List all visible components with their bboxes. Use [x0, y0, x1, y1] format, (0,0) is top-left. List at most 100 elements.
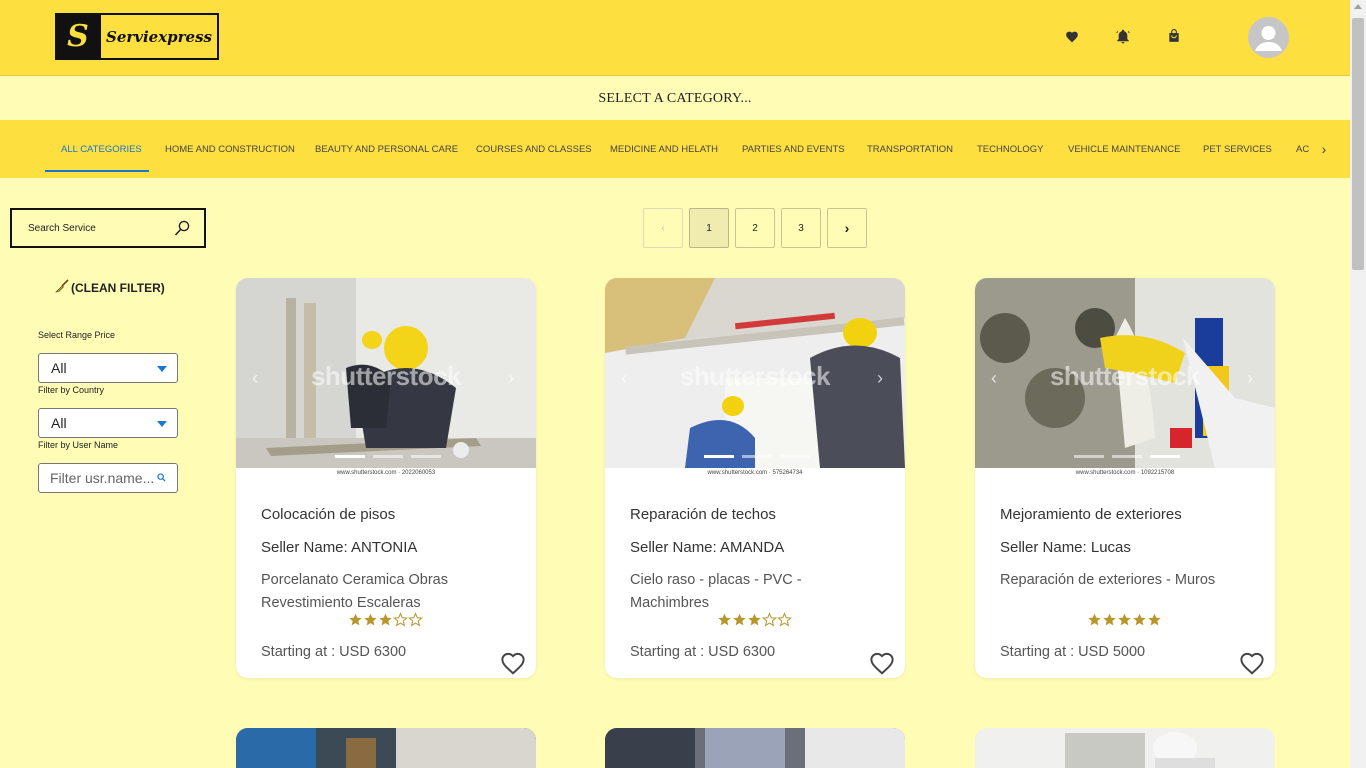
dropdown-arrow-icon	[157, 366, 167, 372]
service-card[interactable]: shutterstock ‹ › www.shutterstock.com · …	[605, 278, 905, 678]
service-image-carousel[interactable]: shutterstock ‹ › www.shutterstock.com · …	[975, 278, 1275, 478]
tab-overflow-clip: AC	[1296, 120, 1310, 178]
service-title: Mejoramiento de exteriores	[1000, 506, 1182, 523]
service-description: Reparación de exteriores - Muros	[1000, 572, 1216, 588]
tab-home-and-construction[interactable]: HOME AND CONSTRUCTION	[165, 120, 295, 178]
service-card[interactable]	[605, 728, 905, 768]
service-photo	[236, 728, 536, 768]
carousel-indicators[interactable]	[704, 455, 810, 458]
dropdown-arrow-icon	[157, 421, 167, 427]
range-price-label: Select Range Price	[38, 330, 116, 340]
service-image-carousel[interactable]: shutterstock ‹ › www.shutterstock.com · …	[236, 278, 536, 478]
select-category-label: SELECT A CATEGORY...	[0, 77, 1350, 120]
favorite-heart-icon[interactable]	[500, 651, 526, 678]
tab-parties-and-events[interactable]: PARTIES AND EVENTS	[742, 120, 845, 178]
star-filled-icon	[349, 613, 362, 626]
carousel-prev-icon[interactable]: ‹	[621, 368, 627, 389]
header: S Serviexpress	[0, 0, 1350, 76]
carousel-indicators[interactable]	[335, 455, 441, 458]
star-filled-icon	[748, 613, 761, 626]
star-rating	[1087, 612, 1163, 628]
pagination-next-button[interactable]: ›	[827, 208, 867, 248]
service-card[interactable]	[236, 728, 536, 768]
tab-vehicle-maintenance[interactable]: VEHICLE MAINTENANCE	[1068, 120, 1180, 178]
star-rating	[348, 612, 424, 628]
service-description: Cielo raso - placas - PVC - Machimbres	[630, 572, 802, 611]
watermark-text: shutterstock	[679, 361, 831, 391]
clean-filter-button[interactable]: (CLEAN FILTER)	[55, 279, 165, 296]
seller-name: Seller Name: ANTONIA	[261, 539, 418, 556]
image-credit: www.shutterstock.com · 2022060053	[236, 468, 536, 478]
user-avatar-icon[interactable]	[1248, 17, 1289, 58]
country-select[interactable]: All	[38, 408, 178, 438]
service-card[interactable]: shutterstock ‹ › www.shutterstock.com · …	[975, 278, 1275, 678]
service-price: Starting at : USD 5000	[1000, 644, 1146, 660]
chevron-right-icon[interactable]: ›	[1316, 140, 1332, 158]
pagination-page-2[interactable]: 2	[735, 208, 775, 248]
active-tab-indicator	[45, 170, 149, 172]
shopping-bag-icon[interactable]	[1166, 28, 1182, 44]
carousel-next-icon[interactable]: ›	[1247, 368, 1253, 389]
service-card[interactable]	[975, 728, 1275, 768]
carousel-prev-icon[interactable]: ‹	[991, 368, 997, 389]
heart-icon[interactable]	[1064, 28, 1080, 44]
tab-pet-services[interactable]: PET SERVICES	[1203, 120, 1272, 178]
search-icon[interactable]	[174, 220, 190, 240]
clean-filter-label: (CLEAN FILTER)	[71, 280, 165, 295]
pagination-prev-button[interactable]: ‹	[643, 208, 683, 248]
country-value: All	[51, 415, 67, 431]
favorite-heart-icon[interactable]	[1239, 651, 1265, 678]
broom-icon	[55, 279, 69, 296]
tab-beauty-and-personal-care[interactable]: BEAUTY AND PERSONAL CARE	[315, 120, 458, 178]
tab-courses-and-classes[interactable]: COURSES AND CLASSES	[476, 120, 592, 178]
star-rating	[717, 612, 793, 628]
scrollbar-thumb[interactable]	[1352, 18, 1364, 270]
star-filled-icon	[379, 613, 392, 626]
range-price-select[interactable]: All	[38, 353, 178, 383]
favorite-heart-icon[interactable]	[869, 651, 895, 678]
star-filled-icon	[733, 613, 746, 626]
scroll-up-icon[interactable]	[1354, 4, 1362, 9]
star-filled-icon	[1133, 613, 1146, 626]
search-icon[interactable]	[157, 473, 166, 484]
service-description: Porcelanato Ceramica Obras Revestimiento…	[261, 572, 448, 611]
star-empty-icon	[408, 612, 423, 627]
logo-mark: S	[57, 15, 99, 58]
star-empty-icon	[393, 612, 408, 627]
service-image-carousel[interactable]: shutterstock ‹ › www.shutterstock.com · …	[605, 278, 905, 478]
carousel-next-icon[interactable]: ›	[877, 368, 883, 389]
service-title: Colocación de pisos	[261, 506, 396, 523]
country-label: Filter by Country	[38, 385, 105, 395]
tab-technology[interactable]: TECHNOLOGY	[977, 120, 1044, 178]
user-name-label: Filter by User Name	[38, 440, 119, 450]
carousel-prev-icon[interactable]: ‹	[252, 368, 258, 389]
pagination-page-3[interactable]: 3	[781, 208, 821, 248]
service-title: Reparación de techos	[630, 506, 776, 523]
star-filled-icon	[364, 613, 377, 626]
service-price: Starting at : USD 6300	[630, 644, 776, 660]
logo[interactable]: S Serviexpress	[55, 13, 219, 60]
tab-partial[interactable]: AC	[1296, 120, 1309, 178]
category-tabs: ALL CATEGORIES HOME AND CONSTRUCTION BEA…	[0, 120, 1350, 178]
star-filled-icon	[718, 613, 731, 626]
watermark-text: shutterstock	[310, 361, 462, 391]
logo-text: Serviexpress	[99, 15, 217, 58]
bell-icon[interactable]	[1115, 28, 1131, 44]
search-service-box[interactable]: Search Service	[10, 208, 206, 248]
seller-name: Seller Name: AMANDA	[630, 539, 785, 556]
search-service-label: Search Service	[28, 222, 96, 234]
carousel-next-icon[interactable]: ›	[508, 368, 514, 389]
pagination-page-1[interactable]: 1	[689, 208, 729, 248]
image-credit: www.shutterstock.com · 1092215708	[975, 468, 1275, 478]
carousel-indicators[interactable]	[1074, 455, 1180, 458]
service-card[interactable]: shutterstock ‹ › www.shutterstock.com · …	[236, 278, 536, 678]
star-empty-icon	[777, 612, 792, 627]
service-photo	[605, 728, 905, 768]
tab-medicine-and-health[interactable]: MEDICINE AND HELATH	[610, 120, 718, 178]
service-price: Starting at : USD 6300	[261, 644, 407, 660]
tab-transportation[interactable]: TRANSPORTATION	[867, 120, 953, 178]
star-filled-icon	[1118, 613, 1131, 626]
star-filled-icon	[1103, 613, 1116, 626]
seller-name: Seller Name: Lucas	[1000, 539, 1131, 556]
star-empty-icon	[762, 612, 777, 627]
